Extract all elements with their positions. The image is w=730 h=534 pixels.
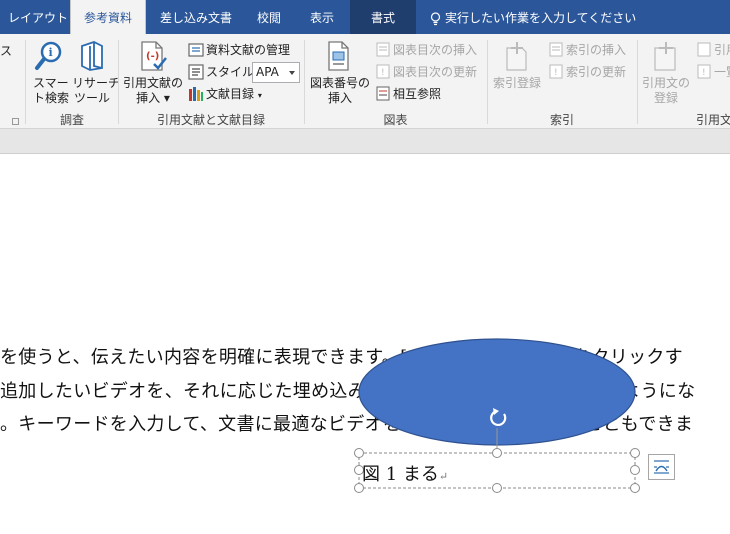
resize-handle[interactable] (630, 483, 640, 493)
resize-handle[interactable] (630, 448, 640, 458)
layout-options-button[interactable] (648, 454, 675, 480)
resize-handle[interactable] (492, 483, 502, 493)
layout-options-icon (654, 460, 669, 474)
resize-handle[interactable] (354, 448, 364, 458)
resize-handle[interactable] (492, 448, 502, 458)
figure-caption-text: 図 1 まる (362, 464, 439, 485)
figure-caption[interactable]: 図 1 まる↵ (362, 460, 448, 486)
paragraph-mark-icon: ↵ (438, 470, 449, 483)
resize-handle[interactable] (630, 465, 640, 475)
drawing-layer (354, 338, 640, 493)
